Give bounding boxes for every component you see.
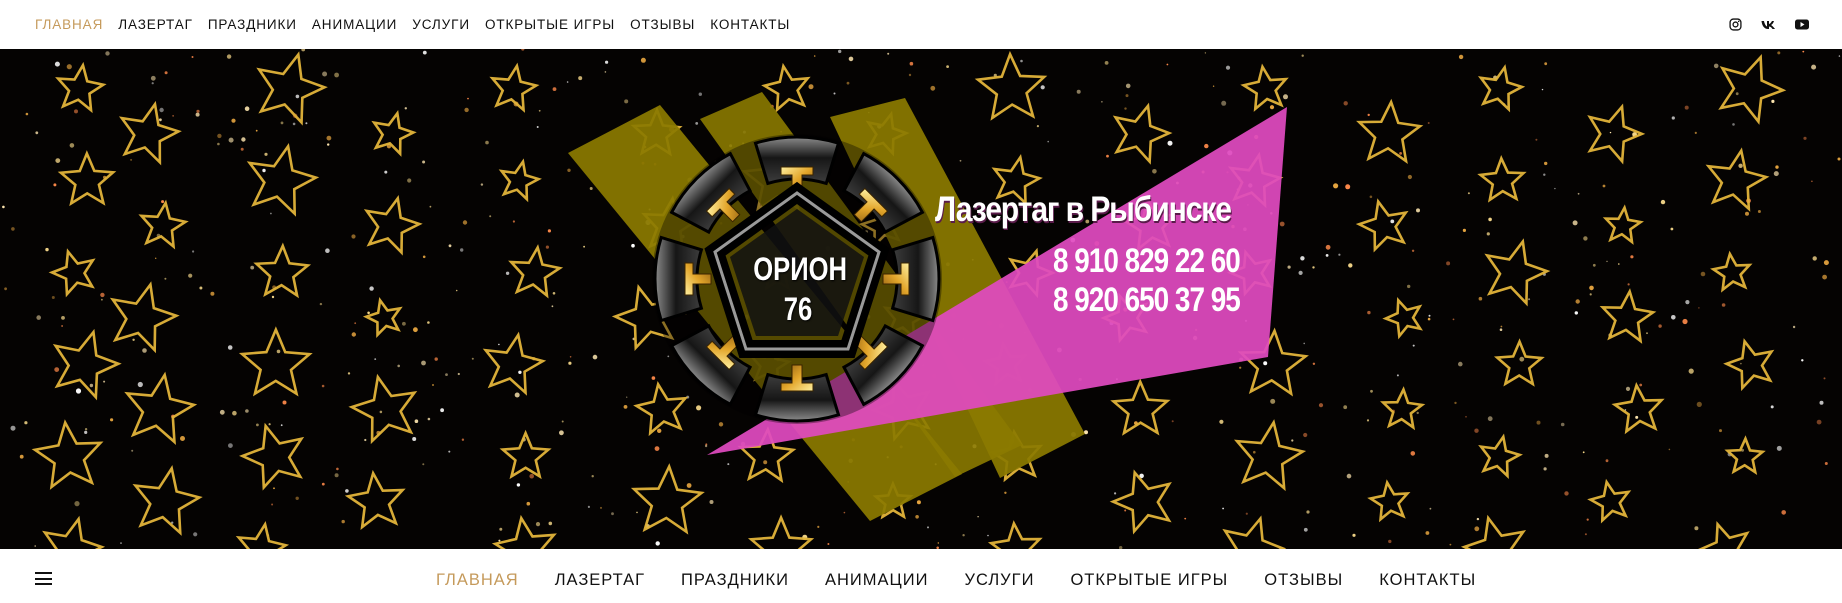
bottom-nav-item-animations[interactable]: АНИМАЦИИ bbox=[825, 571, 928, 590]
top-nav-item-animations[interactable]: АНИМАЦИИ bbox=[312, 17, 397, 32]
phone-number-1[interactable]: 8 910 829 22 60 bbox=[1053, 242, 1241, 281]
bottom-nav-item-reviews[interactable]: ОТЗЫВЫ bbox=[1264, 571, 1343, 590]
instagram-icon[interactable] bbox=[1728, 17, 1743, 32]
bottom-nav-item-lasertag[interactable]: ЛАЗЕРТАГ bbox=[555, 571, 645, 590]
top-nav-item-open-games[interactable]: ОТКРЫТЫЕ ИГРЫ bbox=[485, 17, 615, 32]
bottom-nav-item-home[interactable]: ГЛАВНАЯ bbox=[436, 571, 519, 590]
top-nav-item-contacts[interactable]: КОНТАКТЫ bbox=[710, 17, 790, 32]
hero-background-artwork bbox=[0, 49, 1842, 549]
hero-title: Лазертаг в Рыбинске bbox=[935, 190, 1232, 229]
bottom-nav-item-open-games[interactable]: ОТКРЫТЫЕ ИГРЫ bbox=[1070, 571, 1228, 590]
vk-icon[interactable] bbox=[1761, 17, 1776, 32]
bottom-navigation-bar: ГЛАВНАЯ ЛАЗЕРТАГ ПРАЗДНИКИ АНИМАЦИИ УСЛУ… bbox=[0, 549, 1842, 603]
top-nav-item-home[interactable]: ГЛАВНАЯ bbox=[35, 17, 103, 32]
bottom-nav-item-services[interactable]: УСЛУГИ bbox=[964, 571, 1034, 590]
top-nav-item-lasertag[interactable]: ЛАЗЕРТАГ bbox=[118, 17, 193, 32]
top-nav-menu: ГЛАВНАЯ ЛАЗЕРТАГ ПРАЗДНИКИ АНИМАЦИИ УСЛУ… bbox=[35, 17, 790, 32]
bottom-nav-menu: ГЛАВНАЯ ЛАЗЕРТАГ ПРАЗДНИКИ АНИМАЦИИ УСЛУ… bbox=[436, 571, 1476, 590]
social-links bbox=[1728, 17, 1809, 32]
hero-banner: ОРИОН 76 Лазертаг в Рыбинске 8 910 829 2… bbox=[0, 49, 1842, 549]
top-navigation-bar: ГЛАВНАЯ ЛАЗЕРТАГ ПРАЗДНИКИ АНИМАЦИИ УСЛУ… bbox=[0, 0, 1842, 49]
top-nav-item-holidays[interactable]: ПРАЗДНИКИ bbox=[208, 17, 297, 32]
phone-number-2[interactable]: 8 920 650 37 95 bbox=[1053, 281, 1241, 320]
bottom-nav-item-holidays[interactable]: ПРАЗДНИКИ bbox=[681, 571, 789, 590]
hamburger-menu-icon[interactable] bbox=[35, 572, 52, 585]
bottom-nav-item-contacts[interactable]: КОНТАКТЫ bbox=[1379, 571, 1476, 590]
logo-line-orion: ОРИОН bbox=[753, 251, 847, 287]
logo-line-76: 76 bbox=[783, 291, 813, 327]
top-nav-item-services[interactable]: УСЛУГИ bbox=[412, 17, 470, 32]
youtube-icon[interactable] bbox=[1794, 17, 1809, 32]
logo-text: ОРИОН 76 bbox=[753, 249, 847, 329]
top-nav-item-reviews[interactable]: ОТЗЫВЫ bbox=[630, 17, 695, 32]
